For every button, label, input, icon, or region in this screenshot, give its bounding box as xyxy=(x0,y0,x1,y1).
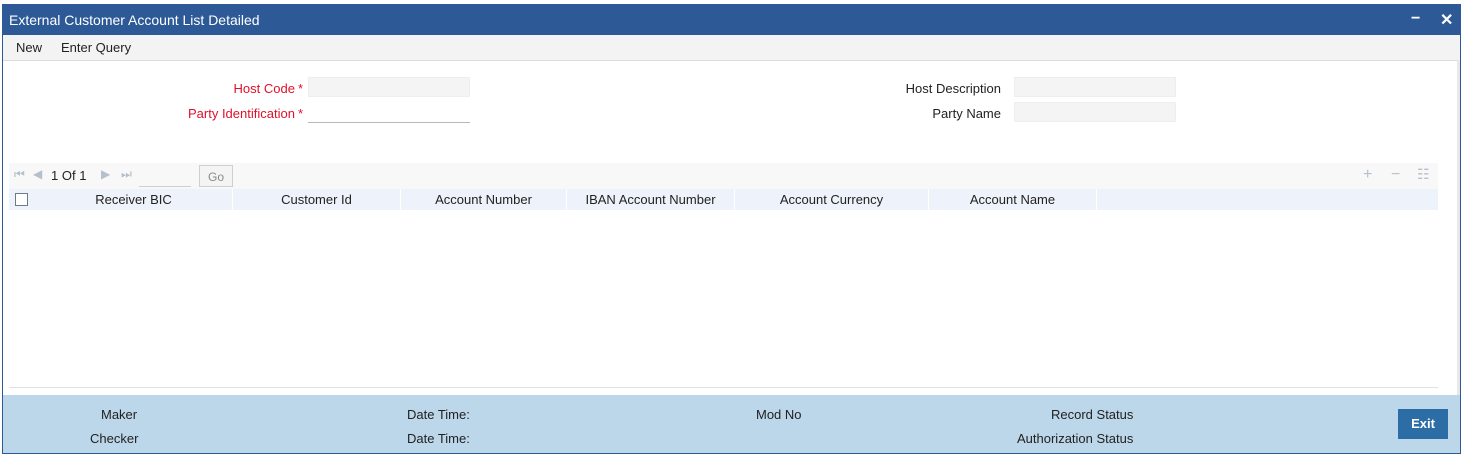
party-identification-input[interactable] xyxy=(308,103,470,123)
column-header-account-currency[interactable]: Account Currency xyxy=(735,189,929,210)
column-header-iban-account-number[interactable]: IBAN Account Number xyxy=(567,189,735,210)
host-code-label: Host Code * xyxy=(233,81,303,96)
close-icon[interactable]: ✕ xyxy=(1440,10,1453,30)
party-name-field xyxy=(1014,102,1176,122)
first-page-icon[interactable]: ⏮ xyxy=(14,167,25,182)
maker-label: Maker xyxy=(101,407,138,422)
checker-label: Checker xyxy=(90,431,139,446)
host-description-field xyxy=(1014,77,1176,97)
window-title: External Customer Account List Detailed xyxy=(9,12,260,28)
next-page-icon[interactable]: ▶ xyxy=(101,167,110,181)
maker-date-time-label: Date Time: xyxy=(407,407,470,422)
delete-row-icon[interactable]: − xyxy=(1391,166,1400,184)
grid-toolbar: ⏮ ◀ 1 Of 1 ▶ ⏭ Go + − ☷ xyxy=(9,163,1438,189)
page-number-input[interactable] xyxy=(139,166,191,187)
window: External Customer Account List Detailed … xyxy=(2,4,1461,454)
select-all-checkbox[interactable] xyxy=(15,193,28,206)
host-description-label: Host Description xyxy=(905,81,1001,96)
record-status-label: Record Status xyxy=(1051,407,1134,422)
authorization-status-label: Authorization Status xyxy=(1017,431,1134,446)
single-view-icon[interactable]: ☷ xyxy=(1417,166,1430,183)
add-row-icon[interactable]: + xyxy=(1363,166,1372,184)
menu-new[interactable]: New xyxy=(16,40,42,55)
menu-bar: New Enter Query xyxy=(3,35,1460,61)
page-indicator: 1 Of 1 xyxy=(51,168,87,183)
column-header-receiver-bic[interactable]: Receiver BIC xyxy=(35,189,233,210)
menu-enter-query[interactable]: Enter Query xyxy=(61,40,131,55)
vertical-scrollbar[interactable] xyxy=(1457,60,1460,397)
column-header-account-name[interactable]: Account Name xyxy=(929,189,1097,210)
title-bar: External Customer Account List Detailed … xyxy=(3,5,1460,35)
audit-footer: Maker Checker Date Time: Date Time: Mod … xyxy=(3,395,1460,453)
previous-page-icon[interactable]: ◀ xyxy=(33,167,42,181)
column-header-account-number[interactable]: Account Number xyxy=(401,189,567,210)
party-name-label: Party Name xyxy=(932,106,1001,121)
go-button[interactable]: Go xyxy=(199,165,233,187)
grid-header: Receiver BIC Customer Id Account Number … xyxy=(9,189,1438,210)
required-mark: * xyxy=(297,81,303,96)
host-code-field[interactable] xyxy=(308,77,470,97)
column-header-customer-id[interactable]: Customer Id xyxy=(233,189,401,210)
mod-no-label: Mod No xyxy=(756,407,802,422)
minimize-icon[interactable]: − xyxy=(1411,10,1420,28)
checker-date-time-label: Date Time: xyxy=(407,431,470,446)
required-mark: * xyxy=(297,106,303,121)
account-grid: ⏮ ◀ 1 Of 1 ▶ ⏭ Go + − ☷ Receiver BIC Cus… xyxy=(9,163,1438,388)
party-identification-label: Party Identification * xyxy=(187,106,303,121)
last-page-icon[interactable]: ⏭ xyxy=(121,167,132,182)
exit-button[interactable]: Exit xyxy=(1398,409,1448,439)
